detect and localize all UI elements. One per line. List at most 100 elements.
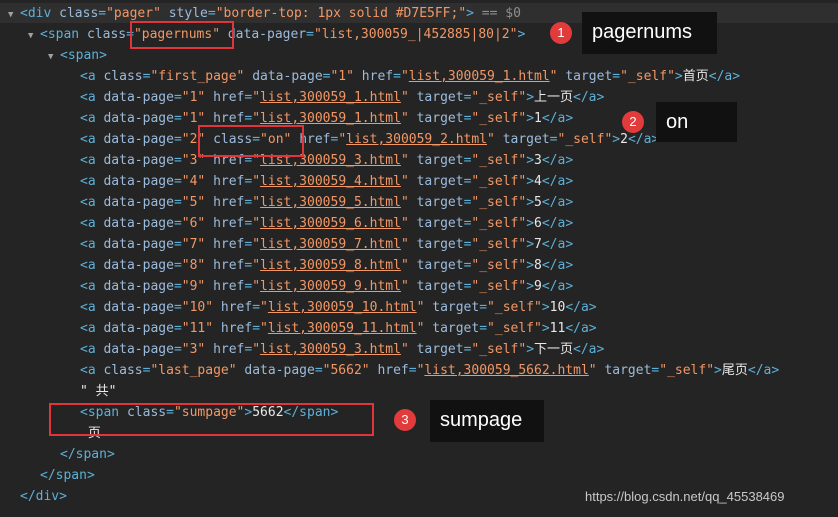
code-line[interactable]: <a data-page="11" href="list,300059_11.h… <box>68 318 597 339</box>
code-token-val: "6" <box>181 216 206 231</box>
code-token-link[interactable]: list,300059_5662.html <box>424 363 588 378</box>
expand-triangle-icon[interactable]: ▼ <box>48 47 60 68</box>
code-token-val: "_self" <box>557 132 613 147</box>
code-line[interactable]: <a data-page="6" href="list,300059_6.htm… <box>68 213 573 234</box>
code-token-tag: <a <box>80 195 104 210</box>
devtools-elements-panel: ▼ <div class="pager" style="border-top: 1… <box>0 0 838 517</box>
code-line[interactable]: <a data-page="4" href="list,300059_4.htm… <box>68 171 573 192</box>
code-token-tag: <a <box>80 174 104 189</box>
code-line[interactable]: <a data-page="10" href="list,300059_10.h… <box>68 297 597 318</box>
code-line[interactable]: <a data-page="1" href="list,300059_1.htm… <box>68 108 573 129</box>
code-line[interactable]: " 共" <box>68 381 116 402</box>
code-token-attr: data-page <box>103 111 174 126</box>
code-token-link[interactable]: list,300059_2.html <box>346 132 487 147</box>
code-token-tag: = <box>173 111 182 126</box>
code-token-attr: href <box>377 363 409 378</box>
code-token-tag: > <box>466 6 474 21</box>
code-line[interactable]: <a data-page="3" href="list,300059_3.htm… <box>68 150 573 171</box>
code-line[interactable]: <a data-page="2" class="on" href="list,3… <box>68 129 659 150</box>
code-token-tag <box>205 342 213 357</box>
code-token-link[interactable]: list,300059_11.html <box>268 321 417 336</box>
code-line[interactable]: ▼ <span class="pagernums" data-pager="lis… <box>28 24 525 45</box>
code-token-txt: 4 <box>534 174 542 189</box>
code-token-attr: target <box>432 300 480 315</box>
code-token-tag: </a> <box>573 90 605 105</box>
code-token-tag <box>409 216 417 231</box>
code-token-attr: data-page <box>103 321 174 336</box>
code-token-val: " <box>252 258 261 273</box>
code-line[interactable]: </div> <box>8 486 67 507</box>
code-token-tag <box>205 258 213 273</box>
code-token-txt: 7 <box>534 237 542 252</box>
code-line[interactable]: <a data-page="3" href="list,300059_3.htm… <box>68 339 604 360</box>
code-token-link[interactable]: list,300059_1.html <box>409 69 550 84</box>
code-token-link[interactable]: list,300059_3.html <box>260 342 401 357</box>
code-token-link[interactable]: list,300059_5.html <box>260 195 401 210</box>
code-token-link[interactable]: list,300059_10.html <box>268 300 417 315</box>
code-token-val: "10" <box>181 300 214 315</box>
code-token-tag: > <box>526 279 535 294</box>
code-line[interactable]: ▼ <span> <box>48 45 107 66</box>
code-token-tag: <div <box>20 6 60 21</box>
code-token-val: " <box>400 153 409 168</box>
code-line[interactable]: ▼ <div class="pager" style="border-top: 1… <box>8 3 521 24</box>
code-token-val: " <box>400 342 409 357</box>
code-token-link[interactable]: list,300059_1.html <box>260 111 401 126</box>
code-token-tag: = <box>173 153 182 168</box>
code-token-attr: target <box>416 279 464 294</box>
code-line[interactable]: <a data-page="7" href="list,300059_7.htm… <box>68 234 573 255</box>
code-token-attr: data-page <box>103 174 174 189</box>
code-token-tag: <a <box>80 111 104 126</box>
code-token-tag: = <box>173 174 182 189</box>
expand-triangle-icon[interactable]: ▼ <box>28 26 40 47</box>
code-token-tag: <a <box>80 342 104 357</box>
code-token-val: "_self" <box>471 153 527 168</box>
code-token-attr: data-page <box>103 342 174 357</box>
code-token-val: " <box>260 321 268 336</box>
code-token-link[interactable]: list,300059_7.html <box>260 237 401 252</box>
code-token-tag <box>213 300 221 315</box>
code-token-tag: = <box>173 237 182 252</box>
code-token-tag: = <box>393 69 401 84</box>
code-token-tag: > <box>526 195 535 210</box>
code-token-tag: <a <box>80 216 104 231</box>
code-token-attr: href <box>213 216 245 231</box>
code-token-attr: data-page <box>103 258 174 273</box>
code-token-link[interactable]: list,300059_9.html <box>260 279 401 294</box>
code-line[interactable]: <a data-page="9" href="list,300059_9.htm… <box>68 276 573 297</box>
code-token-tag: <a <box>80 300 104 315</box>
code-token-tag: = <box>173 258 182 273</box>
expand-triangle-icon[interactable]: ▼ <box>8 5 20 26</box>
code-token-tag: = <box>252 300 261 315</box>
code-token-tag: > <box>526 237 535 252</box>
code-token-tag <box>409 174 417 189</box>
code-line[interactable]: <a data-page="5" href="list,300059_5.htm… <box>68 192 573 213</box>
code-token-attr: href <box>220 300 253 315</box>
code-token-val: "_self" <box>620 69 675 84</box>
code-line[interactable]: <a class="last_page" data-page="5662" hr… <box>68 360 779 381</box>
code-line[interactable]: <a class = "first_page" data-page = "1" href… <box>68 66 740 87</box>
code-token-tag: > <box>526 111 535 126</box>
code-token-link[interactable]: list,300059_8.html <box>260 258 401 273</box>
code-token-tag <box>161 6 169 21</box>
code-token-link[interactable]: list,300059_1.html <box>260 90 401 105</box>
code-token-tag: <a <box>80 132 104 147</box>
code-token-link[interactable]: list,300059_6.html <box>260 216 401 231</box>
code-line[interactable]: </span> <box>28 465 95 486</box>
code-token-val: " <box>400 279 409 294</box>
code-token-tag: = <box>173 195 182 210</box>
code-token-val: "11" <box>181 321 214 336</box>
code-token-attr: data-page <box>252 69 323 84</box>
code-token-tag: <a <box>80 90 104 105</box>
code-line[interactable]: <a data-page="1" href="list,300059_1.htm… <box>68 87 604 108</box>
code-token-txt: " 共" <box>80 384 117 399</box>
code-token-link[interactable]: list,300059_4.html <box>260 174 401 189</box>
code-token-val: "_self" <box>471 237 527 252</box>
code-line[interactable]: </span> <box>48 444 115 465</box>
code-token-tag: </a> <box>541 237 574 252</box>
code-line[interactable]: <a data-page="8" href="list,300059_8.htm… <box>68 255 573 276</box>
code-token-attr: data-page <box>103 216 174 231</box>
code-token-attr: href <box>213 237 245 252</box>
code-token-val: "_self" <box>487 300 542 315</box>
code-token-txt: 3 <box>534 153 542 168</box>
